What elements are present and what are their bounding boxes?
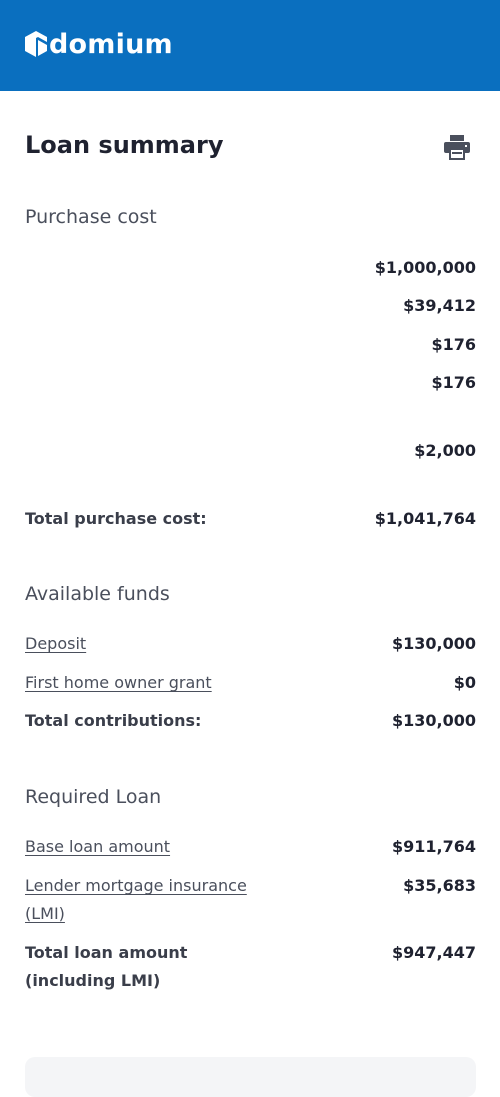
total-purchase-cost-value: $1,041,764: [374, 509, 476, 528]
purchase-cost-heading: Purchase cost: [25, 206, 157, 228]
purchase-amount: $176: [431, 373, 476, 392]
deposit-value: $130,000: [391, 634, 476, 653]
grant-value: $0: [453, 673, 476, 692]
domium-logo[interactable]: domium: [24, 24, 173, 64]
total-contributions-label: Total contributions:: [25, 711, 202, 730]
purchase-amount: $39,412: [403, 296, 476, 315]
domium-logo-icon: [25, 31, 47, 57]
base-loan-amount-link[interactable]: Base loan amount: [25, 833, 170, 861]
app-header: domium: [0, 0, 500, 91]
lmi-link[interactable]: Lender mortgage insurance (LMI): [25, 872, 255, 928]
total-loan-amount-label: Total loan amount (including LMI): [25, 943, 188, 990]
lmi-value: $35,683: [403, 876, 476, 895]
print-icon: [444, 135, 470, 160]
purchase-amount: $1,000,000: [374, 258, 476, 277]
total-purchase-cost-label: Total purchase cost:: [25, 509, 207, 528]
total-loan-amount-value: $947,447: [391, 943, 476, 962]
deposit-link[interactable]: Deposit: [25, 630, 86, 658]
required-loan-heading: Required Loan: [25, 786, 162, 808]
base-loan-value: $911,764: [391, 837, 476, 856]
print-button[interactable]: [443, 134, 471, 160]
total-contributions-value: $130,000: [391, 711, 476, 730]
purchase-amount: $176: [431, 335, 476, 354]
brand-name: domium: [49, 28, 173, 60]
page-title: Loan summary: [25, 131, 224, 159]
bottom-card: [25, 1057, 476, 1097]
available-funds-heading: Available funds: [25, 583, 170, 605]
first-home-owner-grant-link[interactable]: First home owner grant: [25, 669, 212, 697]
purchase-amount: $2,000: [414, 441, 476, 460]
